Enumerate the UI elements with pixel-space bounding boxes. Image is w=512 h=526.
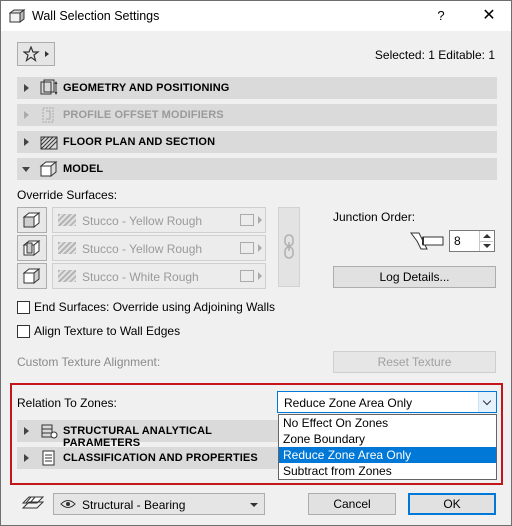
relation-to-zones-select[interactable]: Reduce Zone Area Only	[277, 391, 497, 413]
relation-to-zones-label: Relation To Zones:	[17, 396, 117, 410]
panel-label: STRUCTURAL ANALYTICAL PARAMETERS	[63, 425, 212, 449]
increment-button[interactable]	[479, 231, 493, 241]
panel-label: FLOOR PLAN AND SECTION	[63, 136, 216, 148]
wall-outside-face-icon	[22, 211, 41, 229]
material-name: Stucco - Yellow Rough	[82, 242, 203, 256]
expand-arrow-icon	[24, 84, 29, 92]
selected-value: Reduce Zone Area Only	[284, 396, 413, 410]
log-details-button[interactable]: Log Details...	[333, 266, 496, 288]
favorites-button[interactable]	[17, 42, 55, 66]
panel-label: PROFILE OFFSET MODIFIERS	[63, 109, 224, 121]
dialog-window: Wall Selection Settings ? ✕ Selected: 1 …	[0, 0, 512, 526]
ok-button[interactable]: OK	[408, 493, 496, 515]
expand-arrow-icon	[24, 111, 29, 119]
image-icon	[240, 214, 254, 226]
structural-function-select[interactable]: Structural - Bearing	[53, 493, 265, 515]
panel-label: GEOMETRY AND POSITIONING	[63, 82, 230, 94]
link-materials-button[interactable]	[278, 207, 300, 287]
collapse-arrow-icon	[22, 167, 30, 172]
structural-analytical-icon	[41, 424, 58, 439]
align-texture-checkbox[interactable]	[17, 325, 30, 338]
decrement-button[interactable]	[479, 241, 493, 251]
expand-arrow-icon	[24, 138, 29, 146]
panel-geometry-and-positioning[interactable]: GEOMETRY AND POSITIONING	[17, 77, 497, 99]
wall-edge-face-icon	[22, 267, 41, 285]
surface-override-toggle-inside[interactable]	[17, 235, 47, 261]
junction-order-value[interactable]: 8	[454, 234, 461, 248]
chevron-right-icon	[258, 244, 262, 252]
star-icon	[23, 46, 49, 62]
option-reduce-zone-area-only[interactable]: Reduce Zone Area Only	[279, 447, 496, 463]
window-title: Wall Selection Settings	[32, 9, 160, 23]
classification-icon	[42, 450, 55, 466]
material-name: Stucco - White Rough	[82, 270, 199, 284]
structural-function-value: Structural - Bearing	[82, 498, 186, 512]
selection-count: Selected: 1 Editable: 1	[374, 48, 495, 62]
panel-label: CLASSIFICATION AND PROPERTIES	[63, 452, 258, 464]
chevron-down-icon[interactable]	[478, 392, 496, 412]
chain-link-icon	[284, 234, 294, 259]
chevron-down-icon	[250, 503, 258, 507]
panel-structural-analytical-parameters[interactable]: STRUCTURAL ANALYTICAL PARAMETERS	[17, 420, 279, 449]
cancel-button[interactable]: Cancel	[308, 493, 396, 515]
panel-classification-and-properties[interactable]: CLASSIFICATION AND PROPERTIES	[17, 447, 279, 469]
floor-plan-icon	[40, 136, 58, 150]
end-surfaces-label: End Surfaces: Override using Adjoining W…	[34, 300, 276, 314]
option-zone-boundary[interactable]: Zone Boundary	[279, 431, 496, 447]
material-picker-outside[interactable]: Stucco - Yellow Rough	[52, 207, 266, 233]
panel-floor-plan-and-section[interactable]: FLOOR PLAN AND SECTION	[17, 131, 497, 153]
panel-label: MODEL	[63, 163, 104, 175]
junction-order-stepper[interactable]: 8	[449, 230, 495, 252]
expand-arrow-icon	[24, 454, 29, 462]
material-swatch	[58, 214, 76, 226]
material-picker-inside[interactable]: Stucco - Yellow Rough	[52, 235, 266, 261]
relation-to-zones-dropdown: No Effect On Zones Zone Boundary Reduce …	[278, 414, 497, 480]
material-swatch	[58, 242, 76, 254]
panel-model[interactable]: MODEL	[17, 158, 497, 180]
layer-category-icon	[21, 496, 45, 509]
title-bar: Wall Selection Settings ? ✕	[1, 1, 511, 31]
eye-icon	[60, 500, 76, 508]
chevron-right-icon	[258, 216, 262, 224]
image-icon	[240, 270, 254, 282]
option-no-effect-on-zones[interactable]: No Effect On Zones	[279, 415, 496, 431]
chevron-right-icon	[258, 272, 262, 280]
material-swatch	[58, 270, 76, 282]
geometry-icon	[40, 79, 58, 95]
junction-order-icon	[410, 232, 444, 250]
align-texture-label: Align Texture to Wall Edges	[34, 324, 181, 338]
wall-inside-face-icon	[22, 239, 41, 257]
expand-arrow-icon	[24, 427, 29, 435]
option-subtract-from-zones[interactable]: Subtract from Zones	[279, 463, 496, 479]
reset-texture-button[interactable]: Reset Texture	[333, 351, 496, 373]
material-name: Stucco - Yellow Rough	[82, 214, 203, 228]
model-icon	[39, 160, 58, 178]
help-button[interactable]: ?	[421, 1, 461, 31]
surface-override-toggle-edge[interactable]	[17, 263, 47, 289]
override-surfaces-label: Override Surfaces:	[17, 188, 118, 202]
custom-texture-alignment-label: Custom Texture Alignment:	[17, 355, 161, 369]
profile-offset-icon	[42, 107, 54, 123]
junction-order-label: Junction Order:	[333, 210, 416, 224]
image-icon	[240, 242, 254, 254]
surface-override-toggle-outside[interactable]	[17, 207, 47, 233]
close-button[interactable]: ✕	[467, 1, 511, 31]
end-surfaces-checkbox[interactable]	[17, 301, 30, 314]
panel-profile-offset-modifiers: PROFILE OFFSET MODIFIERS	[17, 104, 497, 126]
wall-tool-icon	[9, 9, 25, 23]
material-picker-edge[interactable]: Stucco - White Rough	[52, 263, 266, 289]
